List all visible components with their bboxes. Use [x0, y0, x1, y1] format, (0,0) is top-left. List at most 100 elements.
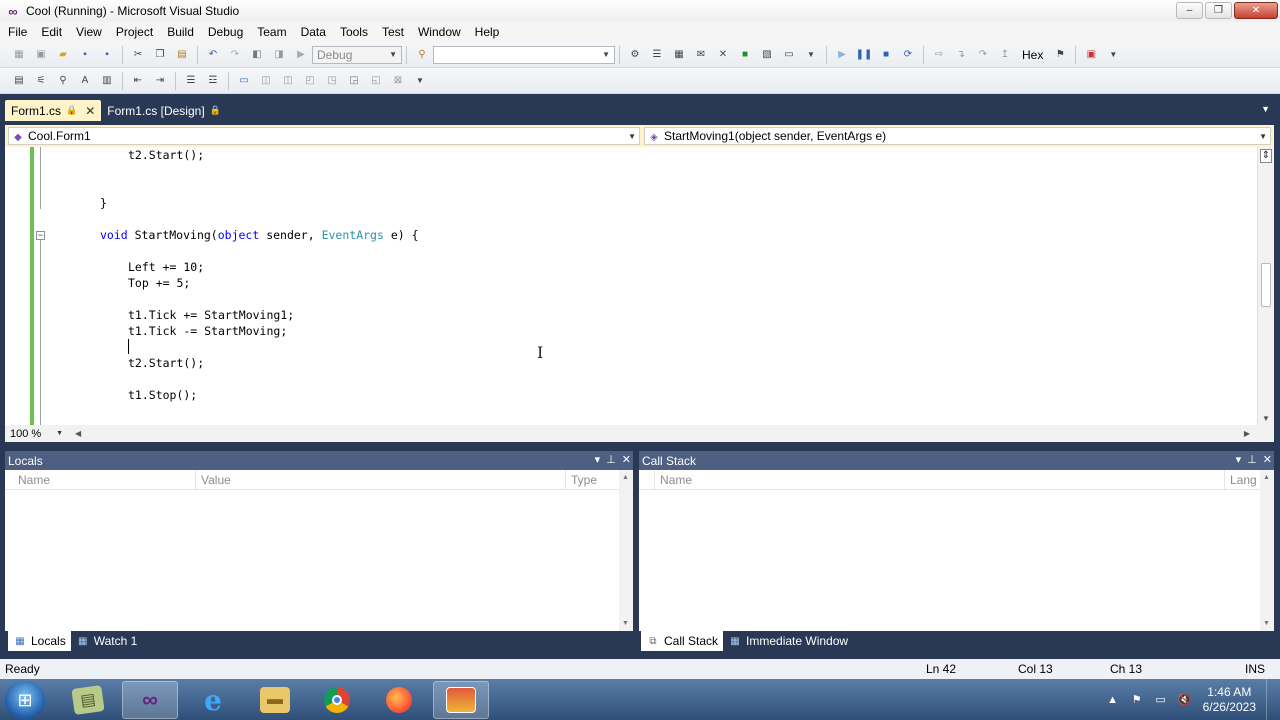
active-files-dropdown-icon[interactable]: ▼: [1261, 104, 1270, 114]
start-debugging-icon[interactable]: ▶: [293, 47, 309, 63]
show-desktop-button[interactable]: [1266, 679, 1280, 720]
taskbar-app-windows-form[interactable]: [433, 681, 489, 719]
show-hidden-icons-icon[interactable]: ▲: [1104, 692, 1122, 708]
find-combo[interactable]: ▼: [433, 45, 615, 64]
chevron-down-icon[interactable]: ▼: [1105, 47, 1121, 63]
close-icon[interactable]: ✕: [85, 104, 95, 118]
chevron-down-icon[interactable]: ▼: [803, 47, 819, 63]
start-page-icon[interactable]: ■: [737, 47, 753, 63]
find-in-files-icon[interactable]: ⚲: [414, 47, 430, 63]
scroll-down-icon[interactable]: ▼: [1263, 620, 1270, 627]
close-button[interactable]: ✕: [1234, 2, 1278, 19]
windows-start-icon[interactable]: ⊞: [5, 681, 45, 719]
cut-icon[interactable]: ✂: [130, 47, 146, 63]
next-bookmark-folder-icon[interactable]: ◳: [324, 73, 340, 89]
step-over-icon[interactable]: ↷: [975, 47, 991, 63]
new-project-icon[interactable]: ▦: [11, 47, 27, 63]
zoom-combo[interactable]: 100 % ▼: [7, 426, 65, 441]
scroll-down-icon[interactable]: ▼: [1262, 414, 1270, 423]
next-bookmark-document-icon[interactable]: ◱: [368, 73, 384, 89]
taskbar-app-file-explorer[interactable]: ▬: [247, 681, 303, 719]
taskbar-app-firefox[interactable]: [371, 681, 427, 719]
auto-hide-pin-icon[interactable]: ⊥: [606, 453, 616, 466]
auto-hide-pin-icon[interactable]: ⊥: [1247, 453, 1257, 466]
restore-button[interactable]: ❐: [1205, 2, 1232, 19]
parameter-info-icon[interactable]: ⚟: [33, 73, 49, 89]
tab-form1-cs[interactable]: Form1.cs 🔒 ✕: [5, 100, 102, 121]
previous-bookmark-document-icon[interactable]: ◲: [346, 73, 362, 89]
menu-debug[interactable]: Debug: [201, 22, 250, 42]
taskbar-app-notepad[interactable]: ▤: [60, 681, 116, 719]
step-into-icon[interactable]: ↴: [953, 47, 969, 63]
output-window-icon[interactable]: ▣: [1083, 47, 1099, 63]
collapse-icon[interactable]: −: [36, 231, 45, 240]
breakpoints-icon[interactable]: ⚑: [1052, 47, 1068, 63]
save-icon[interactable]: ▪: [77, 47, 93, 63]
solution-configuration-combo[interactable]: Debug ▼: [312, 45, 402, 64]
menu-help[interactable]: Help: [468, 22, 507, 42]
menu-build[interactable]: Build: [160, 22, 201, 42]
solution-explorer-icon[interactable]: ⚙: [627, 47, 643, 63]
call-stack-scrollbar[interactable]: ▲ ▼: [1260, 470, 1274, 631]
scroll-down-icon[interactable]: ▼: [622, 620, 629, 627]
window-position-icon[interactable]: ▾: [1236, 453, 1242, 466]
break-all-icon[interactable]: ❚❚: [856, 47, 873, 63]
display-object-member-list-icon[interactable]: ▤: [11, 73, 27, 89]
continue-icon[interactable]: ▶: [834, 47, 850, 63]
column-header-lang[interactable]: Lang: [1225, 470, 1257, 490]
other-windows-icon[interactable]: ▭: [781, 47, 797, 63]
menu-tools[interactable]: Tools: [333, 22, 375, 42]
taskbar-app-chrome[interactable]: [309, 681, 365, 719]
scroll-left-icon[interactable]: ◀: [75, 429, 81, 438]
column-header-type[interactable]: Type: [566, 470, 616, 490]
step-out-icon[interactable]: ↥: [997, 47, 1013, 63]
uncomment-icon[interactable]: ☲: [205, 73, 221, 89]
scrollbar-thumb[interactable]: [1261, 263, 1271, 307]
properties-icon[interactable]: ☰: [649, 47, 665, 63]
redo-icon[interactable]: ↷: [227, 47, 243, 63]
column-header-value[interactable]: Value: [196, 469, 566, 490]
taskbar-app-internet-explorer[interactable]: e: [185, 681, 241, 719]
class-view-icon[interactable]: ▧: [759, 47, 775, 63]
menu-view[interactable]: View: [69, 22, 109, 42]
locals-scrollbar[interactable]: ▲ ▼: [619, 470, 633, 631]
close-icon[interactable]: ✕: [1263, 453, 1272, 466]
tab-watch-1[interactable]: ▦ Watch 1: [71, 631, 143, 651]
members-combo[interactable]: ◈ StartMoving1(object sender, EventArgs e…: [644, 127, 1271, 145]
types-combo[interactable]: ◆ Cool.Form1 ▼: [8, 127, 640, 145]
menu-data[interactable]: Data: [294, 22, 333, 42]
word-completion-icon[interactable]: A: [77, 73, 93, 89]
previous-bookmark-icon[interactable]: ◫: [258, 73, 274, 89]
chevron-down-icon[interactable]: ▼: [412, 73, 428, 89]
paste-icon[interactable]: ▤: [174, 47, 190, 63]
taskbar-app-visual-studio[interactable]: ∞: [122, 681, 178, 719]
hex-toggle[interactable]: Hex: [1022, 48, 1043, 62]
quick-info-icon[interactable]: ⚲: [55, 73, 71, 89]
toggle-bookmark-icon[interactable]: ▭: [236, 73, 252, 89]
clear-bookmarks-icon[interactable]: ⊠: [390, 73, 406, 89]
show-next-statement-icon[interactable]: ⇨: [931, 47, 947, 63]
window-position-icon[interactable]: ▾: [595, 453, 601, 466]
toolbox-icon[interactable]: ✉: [693, 47, 709, 63]
decrease-indent-icon[interactable]: ⇤: [130, 73, 146, 89]
bookmark-list-icon[interactable]: ▥: [99, 73, 115, 89]
undo-icon[interactable]: ↶: [205, 47, 221, 63]
restart-icon[interactable]: ⟳: [900, 47, 916, 63]
volume-muted-icon[interactable]: 🔇: [1176, 692, 1194, 708]
editor-vertical-scrollbar[interactable]: ⇕ ▼: [1257, 147, 1274, 425]
menu-file[interactable]: File: [1, 22, 34, 42]
add-item-icon[interactable]: ▣: [33, 47, 49, 63]
column-header-name[interactable]: Name: [13, 469, 196, 490]
column-header-name[interactable]: Name: [655, 469, 1225, 490]
previous-bookmark-folder-icon[interactable]: ◰: [302, 73, 318, 89]
object-browser-icon[interactable]: ▦: [671, 47, 687, 63]
stop-debugging-icon[interactable]: ■: [878, 47, 894, 63]
clock[interactable]: 1:46 AM 6/26/2023: [1203, 685, 1256, 715]
scroll-up-icon[interactable]: ▲: [1263, 474, 1270, 481]
open-file-icon[interactable]: ▰: [55, 47, 71, 63]
code-editor[interactable]: − t2.Start(); } void StartMoving(object …: [5, 147, 1274, 425]
menu-team[interactable]: Team: [250, 22, 293, 42]
minimize-button[interactable]: ‒: [1176, 2, 1203, 19]
scroll-up-icon[interactable]: ▲: [622, 474, 629, 481]
tab-form1-design[interactable]: Form1.cs [Design] 🔒: [101, 100, 227, 121]
